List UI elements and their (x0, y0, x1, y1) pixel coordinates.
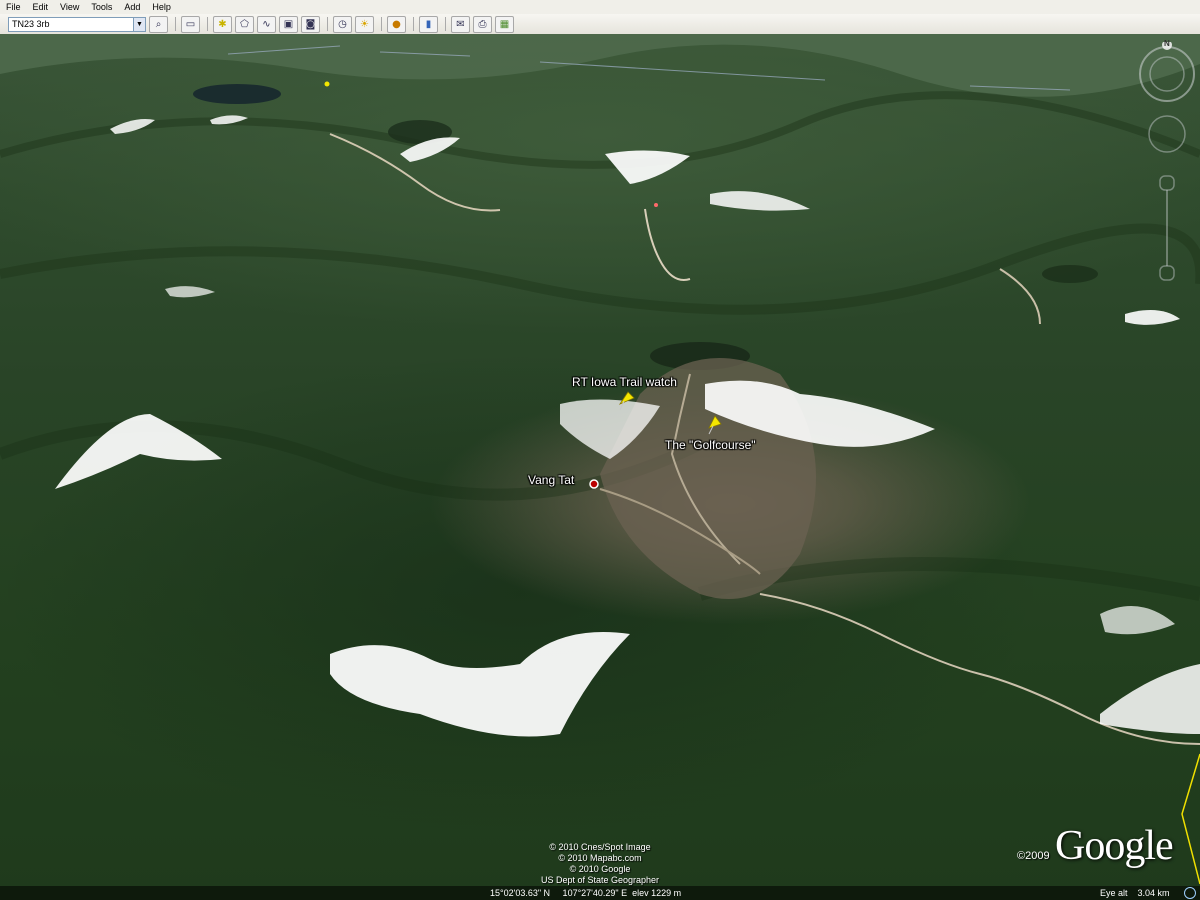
toolbar-separator (175, 17, 176, 31)
north-indicator: N (1164, 39, 1170, 48)
planet-icon: ● (392, 18, 401, 30)
sunlight-button[interactable]: ☀ (355, 15, 374, 33)
eye-alt-label: Eye alt (1100, 888, 1128, 898)
menu-bar: File Edit View Tools Add Help (0, 0, 1200, 14)
email-icon: ✉ (456, 18, 465, 30)
search-button[interactable]: ⌕ (149, 15, 168, 33)
camera-icon: ◙ (305, 18, 316, 30)
place-marker-dot[interactable] (589, 479, 599, 489)
placemark-label-vang-tat[interactable]: Vang Tat (528, 473, 574, 487)
placemark-label-golfcourse[interactable]: The "Golfcourse" (665, 438, 756, 452)
imagery-attribution: © 2010 Cnes/Spot Image © 2010 Mapabc.com… (500, 842, 700, 886)
navigation-controls: N (1136, 39, 1198, 292)
ruler-icon: ▮ (425, 18, 432, 30)
pointer-coordinates: 15°02'03.63" N 107°27'40.29" E elev 1229… (490, 888, 682, 898)
ruler-button[interactable]: ▮ (419, 15, 438, 33)
menu-file[interactable]: File (6, 2, 21, 12)
add-image-overlay-button[interactable]: ▣ (279, 15, 298, 33)
toolbar: TN23 3rb ▼ ⌕ ▭ ✱ ⬠ ∿ ▣ ◙ ◷ ☀ ● ▮ ✉ ⎙ ▦ (0, 14, 1200, 35)
add-polygon-button[interactable]: ⬠ (235, 15, 254, 33)
attribution-line: © 2010 Google (569, 864, 631, 874)
eye-alt-value: 3.04 km (1137, 888, 1170, 898)
attribution-line: © 2010 Cnes/Spot Image (549, 842, 651, 852)
google-logo: Google (1055, 823, 1174, 869)
placemark-label-rt-iowa[interactable]: RT Iowa Trail watch (572, 375, 677, 389)
terrain-imagery (0, 34, 1200, 885)
attribution-line: © 2010 Mapabc.com (558, 853, 642, 863)
email-button[interactable]: ✉ (451, 15, 470, 33)
record-tour-button[interactable]: ◙ (301, 15, 320, 33)
search-layer-value: TN23 3rb (12, 19, 50, 29)
pushpin-icon: ✱ (218, 18, 227, 30)
print-button[interactable]: ⎙ (473, 15, 492, 33)
historical-imagery-button[interactable]: ◷ (333, 15, 352, 33)
pushpin-icon[interactable] (324, 81, 330, 87)
map-icon: ▦ (499, 18, 510, 30)
chevron-down-icon[interactable]: ▼ (133, 17, 145, 31)
menu-add[interactable]: Add (124, 2, 140, 12)
status-bar: 15°02'03.63" N 107°27'40.29" E elev 1229… (0, 886, 1200, 900)
place-marker-dot[interactable] (654, 203, 658, 207)
toolbar-separator (381, 17, 382, 31)
look-joystick[interactable] (1148, 115, 1186, 153)
attribution-line: US Dept of State Geographer (540, 875, 660, 885)
search-layer-select[interactable]: TN23 3rb ▼ (8, 16, 146, 32)
path-icon: ∿ (262, 18, 271, 30)
sun-icon: ☀ (360, 18, 369, 30)
toolbar-separator (327, 17, 328, 31)
toolbar-separator (445, 17, 446, 31)
magnifier-icon: ⌕ (155, 18, 162, 30)
view-in-maps-button[interactable]: ▦ (495, 15, 514, 33)
streaming-progress-icon (1184, 887, 1196, 899)
toolbar-separator (207, 17, 208, 31)
add-placemark-button[interactable]: ✱ (213, 15, 232, 33)
sidebar-icon: ▭ (185, 18, 196, 30)
clock-icon: ◷ (338, 18, 347, 30)
menu-tools[interactable]: Tools (91, 2, 112, 12)
menu-edit[interactable]: Edit (33, 2, 49, 12)
toolbar-separator (413, 17, 414, 31)
zoom-slider[interactable] (1159, 175, 1175, 281)
add-path-button[interactable]: ∿ (257, 15, 276, 33)
overlay-icon: ▣ (283, 18, 294, 30)
compass-ring[interactable] (1139, 40, 1195, 102)
menu-view[interactable]: View (60, 2, 79, 12)
menu-help[interactable]: Help (152, 2, 171, 12)
polygon-icon: ⬠ (240, 18, 249, 30)
eye-altitude: Eye alt 3.04 km (1100, 888, 1170, 898)
printer-icon: ⎙ (478, 18, 487, 30)
logo-copyright-year: ©2009 (1017, 850, 1050, 862)
sidebar-toggle-button[interactable]: ▭ (181, 15, 200, 33)
earth-3d-view[interactable]: RT Iowa Trail watch The "Golfcourse" Van… (0, 34, 1200, 900)
planets-button[interactable]: ● (387, 15, 406, 33)
